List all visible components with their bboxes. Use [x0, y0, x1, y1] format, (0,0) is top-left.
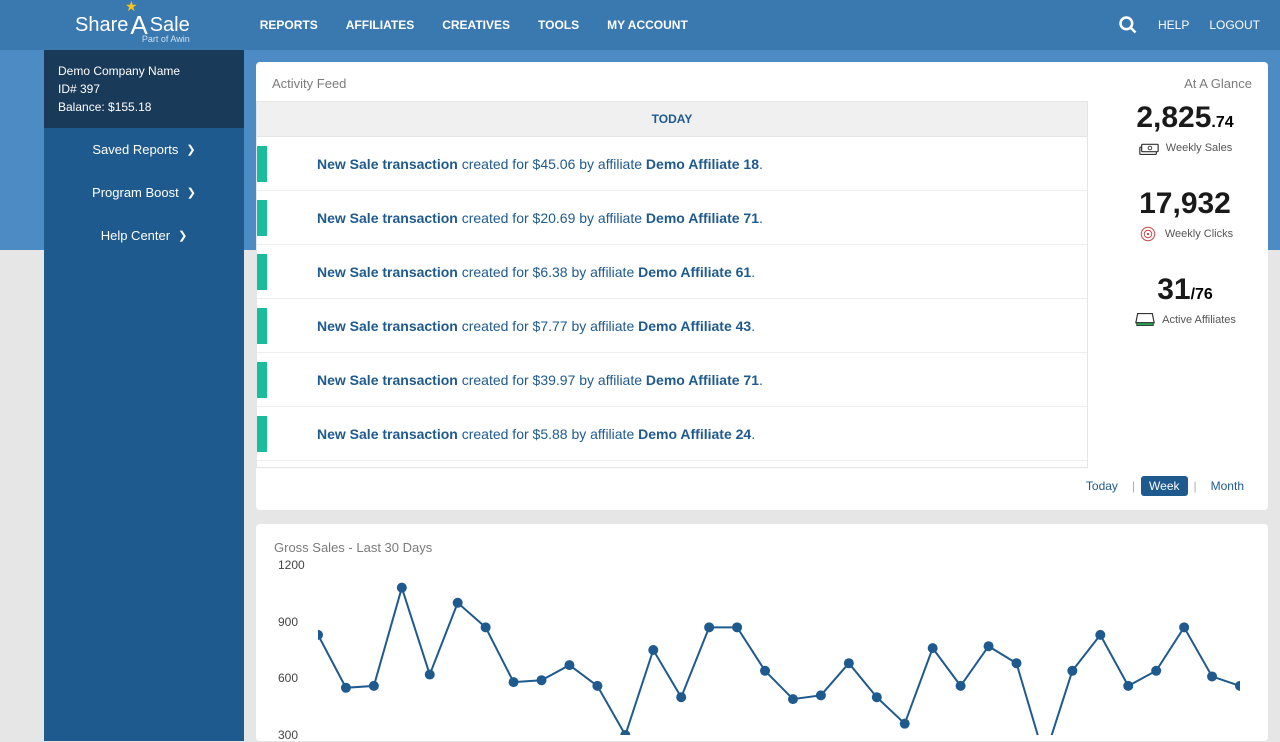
target-icon — [1137, 225, 1159, 243]
sidebar-item-label: Program Boost — [92, 185, 179, 200]
chevron-right-icon: ❯ — [178, 229, 187, 242]
stat-weekly-clicks: 17,932 Weekly Clicks — [1102, 187, 1268, 243]
feed-text: New Sale transaction created for $5.88 b… — [317, 426, 755, 442]
tab-today[interactable]: Today — [1078, 476, 1126, 496]
feed-row[interactable]: New Sale transaction created for $45.06 … — [257, 137, 1087, 191]
sidebar-item-label: Saved Reports — [92, 142, 178, 157]
stat-value: 31 — [1157, 273, 1190, 306]
sidebar-saved-reports[interactable]: Saved Reports ❯ — [44, 128, 244, 171]
status-indicator — [257, 362, 267, 398]
nav-tools[interactable]: TOOLS — [538, 18, 579, 32]
status-indicator — [257, 254, 267, 290]
feed-scroll[interactable]: New Sale transaction created for $45.06 … — [257, 137, 1087, 467]
tab-week[interactable]: Week — [1141, 476, 1187, 496]
feed-row[interactable]: New Sale transaction created for $6.38 b… — [257, 245, 1087, 299]
sidebar: Demo Company Name ID# 397 Balance: $155.… — [44, 50, 244, 741]
sidebar-help-center[interactable]: Help Center ❯ — [44, 214, 244, 257]
stat-label: Weekly Sales — [1166, 142, 1232, 154]
time-range-tabs: Today | Week | Month — [256, 476, 1268, 496]
gross-sales-chart: 3006009001200 — [318, 565, 1240, 735]
sidebar-item-label: Help Center — [101, 228, 170, 243]
feed-text: New Sale transaction created for $6.38 b… — [317, 264, 755, 280]
chevron-right-icon: ❯ — [187, 186, 196, 199]
feed-header-today: TODAY — [257, 102, 1087, 137]
feed-text: New Sale transaction created for $45.06 … — [317, 156, 763, 172]
feed-list: TODAY New Sale transaction created for $… — [256, 101, 1088, 468]
logo-text-1: Share — [75, 14, 128, 37]
laptop-icon — [1134, 311, 1156, 329]
help-link[interactable]: HELP — [1158, 18, 1189, 32]
activity-panel: Activity Feed At A Glance TODAY New Sale… — [256, 62, 1268, 510]
logout-link[interactable]: LOGOUT — [1209, 18, 1260, 32]
feed-row[interactable]: New Sale transaction created for $7.77 b… — [257, 299, 1087, 353]
company-info: Demo Company Name ID# 397 Balance: $155.… — [44, 50, 244, 128]
stat-value-total: /76 — [1191, 286, 1213, 303]
stat-active-affiliates: 31/76 Active Affiliates — [1102, 273, 1268, 329]
stat-weekly-sales: 2,825.74 Weekly Sales — [1102, 101, 1268, 157]
activity-feed-title: Activity Feed — [272, 76, 346, 91]
top-bar: ★ ShareASale Part of Awin REPORTS AFFILI… — [0, 0, 1280, 50]
sidebar-program-boost[interactable]: Program Boost ❯ — [44, 171, 244, 214]
feed-row[interactable]: New Sale transaction created for $20.69 … — [257, 191, 1087, 245]
nav-creatives[interactable]: CREATIVES — [442, 18, 510, 32]
money-stack-icon — [1138, 139, 1160, 157]
feed-row[interactable]: New Sale transaction created for $5.88 b… — [257, 407, 1087, 461]
stat-label: Weekly Clicks — [1165, 228, 1233, 240]
stat-value-decimal: .74 — [1211, 114, 1233, 131]
search-icon[interactable] — [1118, 15, 1138, 35]
stat-value: 17,932 — [1102, 187, 1268, 221]
status-indicator — [257, 146, 267, 182]
feed-text: New Sale transaction created for $39.97 … — [317, 372, 763, 388]
status-indicator — [257, 416, 267, 452]
nav-reports[interactable]: REPORTS — [260, 18, 318, 32]
main-nav: REPORTS AFFILIATES CREATIVES TOOLS MY AC… — [260, 18, 688, 32]
nav-account[interactable]: MY ACCOUNT — [607, 18, 688, 32]
logo[interactable]: ★ ShareASale Part of Awin — [75, 10, 190, 41]
tab-month[interactable]: Month — [1203, 476, 1252, 496]
chart-title: Gross Sales - Last 30 Days — [274, 540, 1250, 555]
company-name: Demo Company Name — [58, 62, 230, 80]
star-icon: ★ — [125, 0, 138, 15]
stat-value: 2,825 — [1136, 101, 1211, 134]
chart-panel: Gross Sales - Last 30 Days 3006009001200 — [256, 524, 1268, 741]
glance-column: 2,825.74 Weekly Sales 17,932 Weekly Clic… — [1088, 101, 1268, 468]
stat-label: Active Affiliates — [1162, 314, 1236, 326]
nav-affiliates[interactable]: AFFILIATES — [346, 18, 414, 32]
topbar-right: HELP LOGOUT — [1118, 15, 1260, 35]
status-indicator — [257, 200, 267, 236]
company-balance: Balance: $155.18 — [58, 98, 230, 116]
feed-text: New Sale transaction created for $7.77 b… — [317, 318, 755, 334]
feed-row[interactable]: New Sale transaction created for $39.97 … — [257, 353, 1087, 407]
at-a-glance-title: At A Glance — [1184, 76, 1252, 91]
feed-text: New Sale transaction created for $20.69 … — [317, 210, 763, 226]
chevron-right-icon: ❯ — [186, 143, 195, 156]
logo-subtitle: Part of Awin — [142, 34, 190, 44]
status-indicator — [257, 308, 267, 344]
company-id: ID# 397 — [58, 80, 230, 98]
